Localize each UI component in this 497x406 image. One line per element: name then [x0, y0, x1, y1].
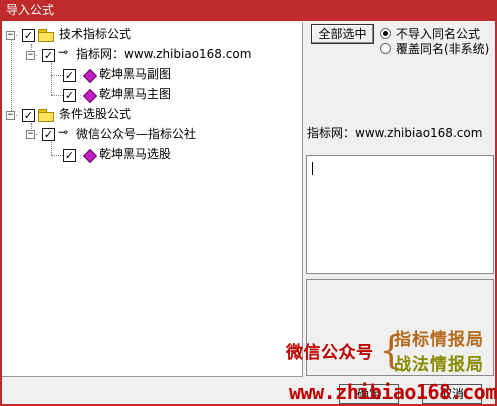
checkbox-group-technical[interactable]: ✓	[22, 29, 35, 42]
tree-connector	[51, 95, 63, 96]
key-icon: ⊸	[58, 45, 69, 59]
radio-label: 不导入同名公式	[396, 27, 481, 41]
tree-group-label-screening[interactable]: 条件选股公式	[59, 106, 131, 122]
tree-node-label-source[interactable]: 指标网：www.zhibiao168.com	[76, 46, 252, 62]
checkbox-source-zhibiao[interactable]: ✓	[42, 49, 55, 62]
collapse-icon[interactable]: −	[26, 51, 35, 60]
text-caret	[312, 162, 313, 175]
formula-dots-icon: :	[79, 152, 82, 161]
radio-label: 覆盖同名(非系统)	[396, 42, 490, 56]
formula-source-label: 指标网：www.zhibiao168.com	[307, 126, 483, 140]
formula-description-box[interactable]	[306, 155, 494, 274]
watermark-url: www.zhibiao168.com	[289, 380, 497, 404]
tree-connector	[11, 39, 12, 119]
tree-connector	[51, 155, 63, 156]
checkbox-group-screening[interactable]: ✓	[22, 109, 35, 122]
tree-connector	[51, 75, 63, 76]
radio-overwrite-duplicates[interactable]: 覆盖同名(非系统)	[380, 42, 489, 57]
formula-tree[interactable]: − ✓ 技术指标公式 − ✓ ⊸ 指标网：www.zhibiao168.com …	[2, 22, 303, 377]
tree-connector	[51, 63, 52, 95]
checkbox-formula-sub[interactable]: ✓	[63, 69, 76, 82]
collapse-icon[interactable]: −	[6, 31, 15, 40]
folder-icon	[38, 29, 54, 42]
collapse-icon[interactable]: −	[6, 111, 15, 120]
formula-gem-icon	[82, 68, 98, 84]
watermark-line2: 战法情报局	[394, 355, 484, 375]
radio-selected-icon[interactable]	[380, 28, 391, 39]
watermark-line1: 指标情报局	[394, 330, 484, 350]
collapse-icon[interactable]: −	[26, 130, 35, 139]
formula-gem-icon	[82, 148, 98, 164]
checkbox-formula-screen[interactable]: ✓	[63, 149, 76, 162]
checkbox-source-wechat[interactable]: ✓	[42, 128, 55, 141]
tree-item-label[interactable]: 乾坤黑马选股	[99, 146, 171, 162]
tree-item-label[interactable]: 乾坤黑马副图	[99, 66, 171, 82]
select-all-button[interactable]: 全部选中	[311, 24, 374, 44]
tree-group-label-technical[interactable]: 技术指标公式	[59, 26, 131, 42]
tree-connector	[51, 142, 52, 155]
formula-gem-icon	[82, 88, 98, 104]
key-icon: ⊸	[58, 125, 69, 139]
folder-icon	[38, 109, 54, 122]
formula-dots-icon: :	[79, 92, 82, 101]
tree-node-label-source[interactable]: 微信公众号—指标公社	[76, 126, 196, 142]
radio-skip-duplicates[interactable]: 不导入同名公式	[380, 27, 480, 42]
checkbox-formula-main[interactable]: ✓	[63, 89, 76, 102]
formula-dots-icon: :	[79, 72, 82, 81]
radio-unselected-icon[interactable]	[380, 43, 391, 54]
watermark-wechat-label: 微信公众号	[286, 343, 374, 363]
tree-item-label[interactable]: 乾坤黑马主图	[99, 86, 171, 102]
title-bar: 导入公式	[0, 0, 497, 21]
window-title: 导入公式	[6, 3, 55, 17]
